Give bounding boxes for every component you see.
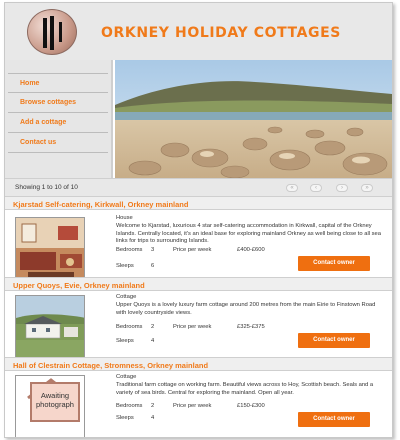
cottage-exterior-photo[interactable] xyxy=(15,295,85,361)
listing-card: Upper Quoys, Evie, Orkney mainland Cotta… xyxy=(5,277,392,361)
bedrooms-label: Bedrooms xyxy=(116,247,143,253)
last-page-button[interactable]: » xyxy=(361,184,373,192)
price-value: £150-£300 xyxy=(237,403,265,409)
bedrooms-price-row: Bedrooms 2 Price per week £325-£375 xyxy=(116,324,296,332)
property-type: Cottage xyxy=(116,294,137,300)
listing-title[interactable]: Kjarstad Self-catering, Kirkwall, Orkney… xyxy=(5,196,392,210)
cottage-logo-icon[interactable] xyxy=(27,9,77,55)
sleeps-row: Sleeps 4 xyxy=(116,415,176,423)
bedrooms-label: Bedrooms xyxy=(116,324,143,330)
awaiting-photo-text: Awaiting photograph xyxy=(30,382,80,422)
sleeps-row: Sleeps 6 xyxy=(116,263,176,271)
price-label: Price per week xyxy=(173,324,212,330)
bedrooms-label: Bedrooms xyxy=(116,403,143,409)
listing-title[interactable]: Upper Quoys, Evie, Orkney mainland xyxy=(5,277,392,291)
property-description: Upper Quoys is a lovely luxury farm cott… xyxy=(116,302,376,316)
results-count: Showing 1 to 10 of 10 xyxy=(15,184,78,191)
property-description: Traditional farm cottage on working farm… xyxy=(116,382,374,396)
property-description: Welcome to Kjarstad, luxurious 4 star se… xyxy=(116,223,382,245)
price-label: Price per week xyxy=(173,247,212,253)
listing-card: Hall of Clestrain Cottage, Stromness, Or… xyxy=(5,357,392,437)
cottage-interior-photo[interactable] xyxy=(15,217,85,283)
first-page-button[interactable]: « xyxy=(286,184,298,192)
site-title: ORKNEY HOLIDAY COTTAGES xyxy=(101,25,341,41)
price-label: Price per week xyxy=(173,403,212,409)
contact-owner-button[interactable]: Contact owner xyxy=(298,412,370,427)
page-frame: ORKNEY HOLIDAY COTTAGES Home Browse cott… xyxy=(4,2,393,438)
next-page-button[interactable]: › xyxy=(336,184,348,192)
price-value: £400-£600 xyxy=(237,247,265,253)
sleeps-value: 4 xyxy=(151,415,155,421)
listing-title[interactable]: Hall of Clestrain Cottage, Stromness, Or… xyxy=(5,357,392,371)
hero-beach-photo xyxy=(115,60,392,178)
awaiting-photo-placeholder: Awaiting photograph xyxy=(15,375,85,437)
bedrooms-value: 2 xyxy=(151,324,155,330)
bedrooms-value: 3 xyxy=(151,247,155,253)
nav-browse-cottages[interactable]: Browse cottages xyxy=(8,93,108,113)
nav-add-cottage[interactable]: Add a cottage xyxy=(8,113,108,133)
bedrooms-price-row: Bedrooms 2 Price per week £150-£300 xyxy=(116,403,296,411)
bedrooms-value: 2 xyxy=(151,403,155,409)
sleeps-value: 4 xyxy=(151,338,155,344)
site-header: ORKNEY HOLIDAY COTTAGES xyxy=(5,3,392,60)
sleeps-label: Sleeps xyxy=(116,338,134,344)
nav-home[interactable]: Home xyxy=(8,73,108,93)
sleeps-row: Sleeps 4 xyxy=(116,338,176,346)
listing-card: Kjarstad Self-catering, Kirkwall, Orkney… xyxy=(5,196,392,283)
bedrooms-price-row: Bedrooms 3 Price per week £400-£600 xyxy=(116,247,296,255)
nav-contact-us[interactable]: Contact us xyxy=(8,133,108,153)
property-type: House xyxy=(116,215,133,221)
sleeps-value: 6 xyxy=(151,263,155,269)
contact-owner-button[interactable]: Contact owner xyxy=(298,333,370,348)
prev-page-button[interactable]: ‹ xyxy=(310,184,322,192)
results-pager: Showing 1 to 10 of 10 « ‹ › » xyxy=(5,178,392,196)
price-value: £325-£375 xyxy=(237,324,265,330)
contact-owner-button[interactable]: Contact owner xyxy=(298,256,370,271)
sleeps-label: Sleeps xyxy=(116,263,134,269)
sleeps-label: Sleeps xyxy=(116,415,134,421)
property-type: Cottage xyxy=(116,374,137,380)
main-nav: Home Browse cottages Add a cottage Conta… xyxy=(5,60,113,178)
